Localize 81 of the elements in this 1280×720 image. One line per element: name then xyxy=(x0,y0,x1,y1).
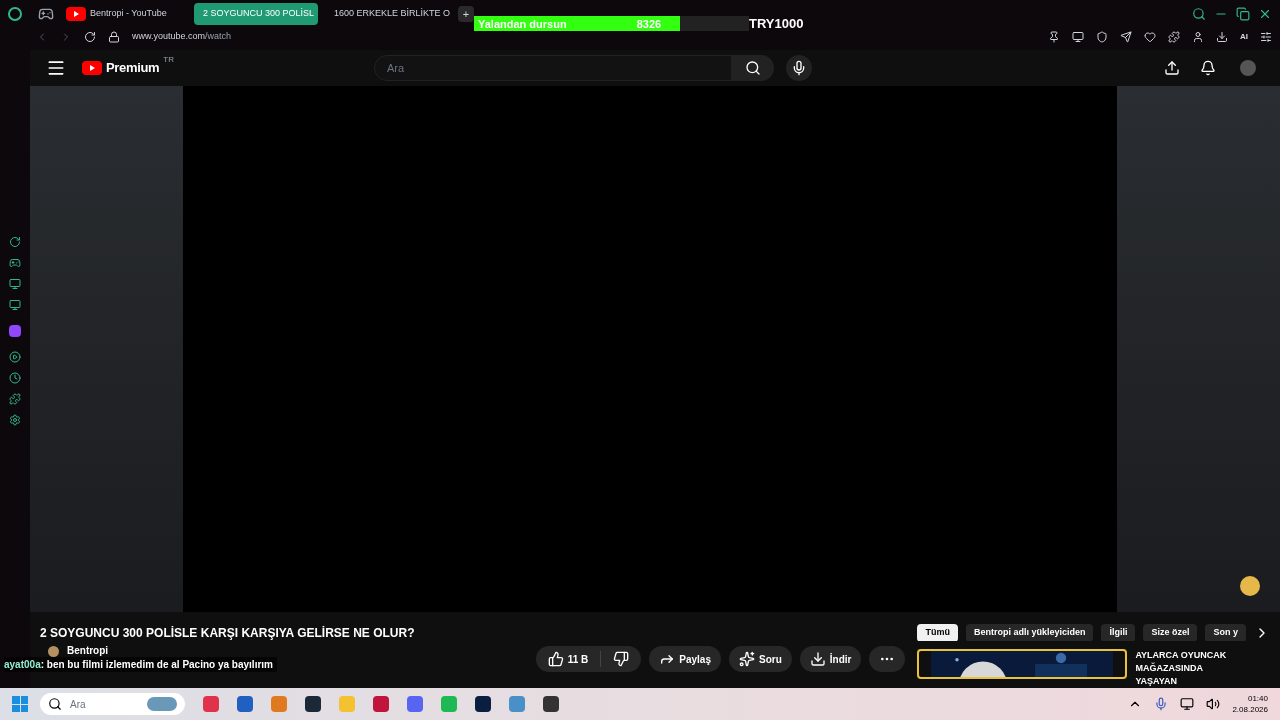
browser-logo-icon[interactable] xyxy=(8,7,22,21)
filter-chip[interactable]: Size özel xyxy=(1143,624,1198,641)
microphone-icon[interactable] xyxy=(1154,697,1169,711)
ask-button[interactable]: Soru xyxy=(729,646,792,672)
sidebar-icon[interactable] xyxy=(9,299,21,311)
thumbs-down-icon xyxy=(613,651,630,667)
snapshot-icon[interactable] xyxy=(1072,31,1084,43)
shield-icon[interactable] xyxy=(1096,31,1108,43)
filter-chip[interactable]: Tümü xyxy=(917,624,958,641)
taskbar-app-icon[interactable] xyxy=(475,696,491,712)
upload-icon[interactable] xyxy=(1164,60,1180,76)
extensions-icon[interactable] xyxy=(1168,31,1180,43)
menu-icon[interactable] xyxy=(46,58,66,78)
chat-message: : ben bu filmi izlemedim de al Pacino ya bayılırım xyxy=(40,658,273,672)
thumbs-up-icon xyxy=(547,651,564,667)
video-title: 2 SOYGUNCU 300 POLİSLE KARŞI KARŞIYA GELİRSE NE OLUR? xyxy=(40,625,416,642)
gamepad-icon[interactable] xyxy=(38,6,54,22)
channel-avatar[interactable] xyxy=(48,646,59,657)
avatar[interactable] xyxy=(1240,60,1256,76)
close-icon[interactable] xyxy=(1258,7,1272,21)
sidebar-icon[interactable] xyxy=(9,414,21,426)
emoji-sticker-icon xyxy=(1240,576,1260,596)
twitch-icon[interactable] xyxy=(9,325,21,337)
heart-icon[interactable] xyxy=(1144,31,1156,43)
filter-chip[interactable]: Bentropi adlı yükleyiciden xyxy=(965,624,1094,641)
search-field[interactable]: Ara xyxy=(374,55,733,81)
taskbar-app-icon[interactable] xyxy=(543,696,559,712)
clock-time[interactable]: 01:40 xyxy=(1247,693,1268,704)
browser-tab[interactable]: Bentropi - YouTube xyxy=(62,3,186,25)
send-icon[interactable] xyxy=(1120,31,1132,43)
download-icon xyxy=(809,651,826,667)
taskbar-search-field[interactable]: Ara xyxy=(40,693,185,715)
search-highlight-icon xyxy=(147,697,177,711)
channel-name[interactable]: Bentropi xyxy=(67,646,109,656)
tab-title: Bentropi - YouTube xyxy=(90,7,167,21)
share-button[interactable]: Paylaş xyxy=(649,646,721,672)
sidebar-icon[interactable] xyxy=(9,372,21,384)
search-icon xyxy=(745,60,762,76)
pin-icon[interactable] xyxy=(1048,31,1060,43)
sparkle-icon xyxy=(739,651,755,667)
recommended-title[interactable]: AYLARCA OYUNCAK MAĞAZASINDA YAŞAYAN xyxy=(1135,649,1246,688)
lock-icon xyxy=(108,31,120,43)
url-text[interactable]: www.youtube.com/watch xyxy=(132,30,232,44)
profile-icon[interactable] xyxy=(1192,31,1204,43)
chat-username: ayat00a xyxy=(4,658,41,672)
download-button[interactable]: İndir xyxy=(799,646,862,672)
start-icon[interactable] xyxy=(12,696,28,712)
sidebar-icon[interactable] xyxy=(9,278,21,290)
search-icon[interactable] xyxy=(1192,7,1206,21)
clock-date[interactable]: 2.08.2026 xyxy=(1232,704,1268,715)
ai-button[interactable]: AI xyxy=(1240,31,1248,43)
sidebar-icon[interactable] xyxy=(9,236,21,248)
goal-target: TRY1000 xyxy=(749,15,804,33)
new-tab-button[interactable]: + xyxy=(458,6,474,22)
youtube-premium-logo[interactable]: Premium xyxy=(106,58,160,78)
browser-tab[interactable]: 1600 ERKEKLE BİRLİKTE O xyxy=(326,3,450,25)
sidebar-icon[interactable] xyxy=(9,393,21,405)
taskbar-app-icon[interactable] xyxy=(237,696,253,712)
taskbar-app-icon[interactable] xyxy=(305,696,321,712)
reload-icon[interactable] xyxy=(84,31,96,43)
volume-icon[interactable] xyxy=(1206,697,1221,711)
notifications-icon[interactable] xyxy=(1200,60,1216,76)
taskbar-app-icon[interactable] xyxy=(373,696,389,712)
restore-icon[interactable] xyxy=(1236,7,1250,21)
network-icon[interactable] xyxy=(1180,697,1195,711)
goal-label: Yalandan dursun xyxy=(478,16,567,32)
voice-search-button[interactable] xyxy=(786,55,813,81)
region-code: TR xyxy=(163,54,175,67)
search-icon xyxy=(48,697,62,711)
search-placeholder: Ara xyxy=(70,697,87,712)
tab-title: 1600 ERKEKLE BİRLİKTE O xyxy=(334,7,450,21)
goal-count: 8326 xyxy=(636,16,662,32)
easy-setup-icon[interactable] xyxy=(1260,31,1272,43)
filter-chip[interactable]: Son y xyxy=(1205,624,1246,641)
download-icon[interactable] xyxy=(1216,31,1228,43)
browser-tab[interactable]: 2 SOYGUNCU 300 POLİSL xyxy=(194,3,318,25)
search-button[interactable] xyxy=(732,55,775,81)
tab-title: 2 SOYGUNCU 300 POLİSL xyxy=(202,7,314,21)
sidebar-icon[interactable] xyxy=(9,257,21,269)
filter-chip[interactable]: İlgili xyxy=(1101,624,1136,641)
sidebar-icon[interactable] xyxy=(9,351,21,363)
